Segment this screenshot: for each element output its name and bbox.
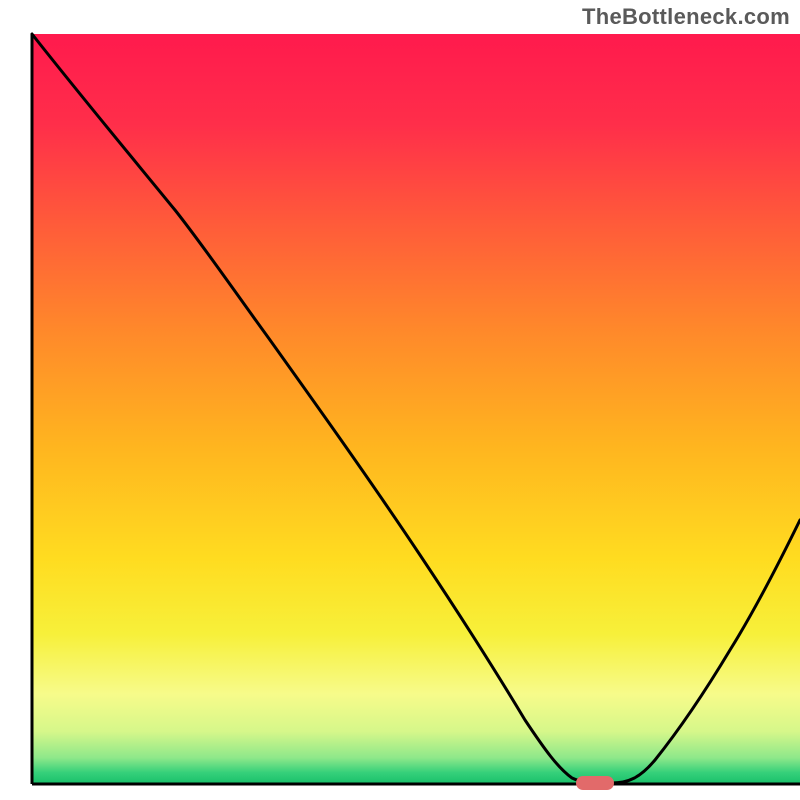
bottleneck-chart [0, 0, 800, 800]
watermark-text: TheBottleneck.com [582, 4, 790, 30]
sweet-spot-marker [576, 776, 614, 790]
chart-container: TheBottleneck.com [0, 0, 800, 800]
gradient-background [32, 34, 800, 784]
